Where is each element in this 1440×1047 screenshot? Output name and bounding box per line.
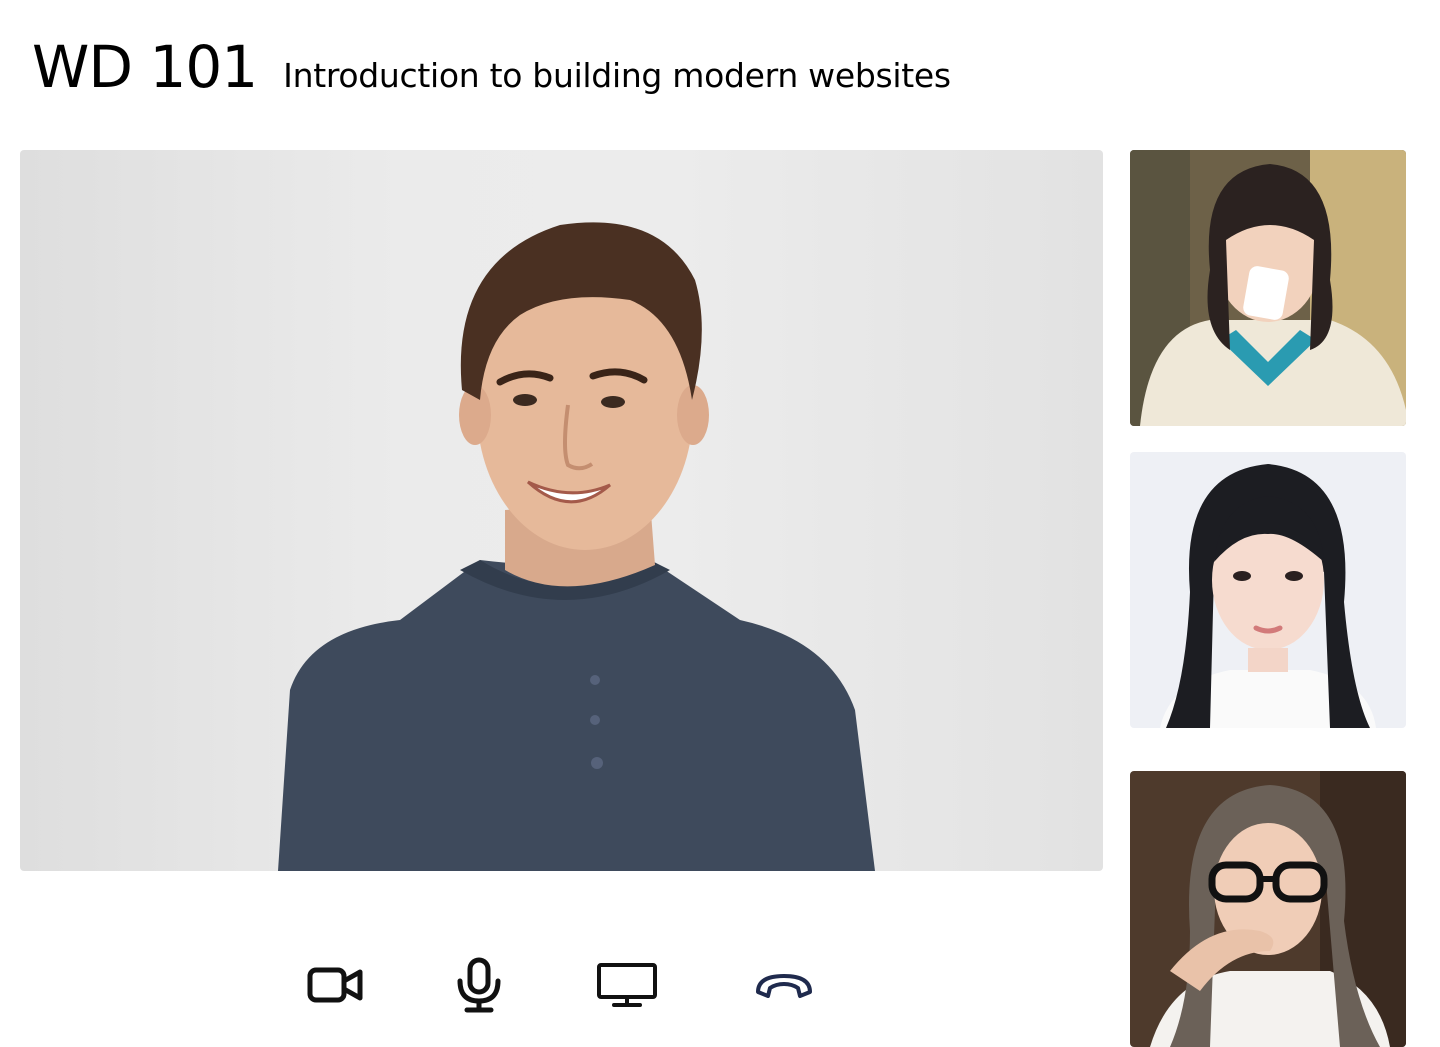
hang-up-button[interactable]	[752, 955, 816, 1015]
monitor-icon	[597, 963, 657, 1007]
main-video-feed[interactable]	[20, 150, 1103, 871]
phone-hangup-icon	[756, 974, 812, 998]
course-title: Introduction to building modern websites	[283, 56, 951, 95]
page-header: WD 101 Introduction to building modern w…	[32, 38, 951, 96]
participant-tile-1[interactable]	[1130, 150, 1406, 426]
camera-toggle-button[interactable]	[303, 955, 367, 1015]
share-screen-button[interactable]	[595, 955, 659, 1015]
call-controls	[0, 955, 1103, 1015]
video-camera-icon	[307, 967, 363, 1003]
participant-3-portrait	[1150, 771, 1406, 1047]
course-code: WD 101	[32, 33, 258, 101]
participant-tile-3[interactable]	[1130, 771, 1406, 1047]
participant-1-portrait	[1130, 150, 1406, 426]
participant-tile-2[interactable]	[1130, 452, 1406, 728]
participant-2-portrait	[1160, 464, 1376, 728]
host-portrait	[278, 222, 875, 871]
microphone-icon	[457, 957, 501, 1013]
microphone-toggle-button[interactable]	[447, 955, 511, 1015]
